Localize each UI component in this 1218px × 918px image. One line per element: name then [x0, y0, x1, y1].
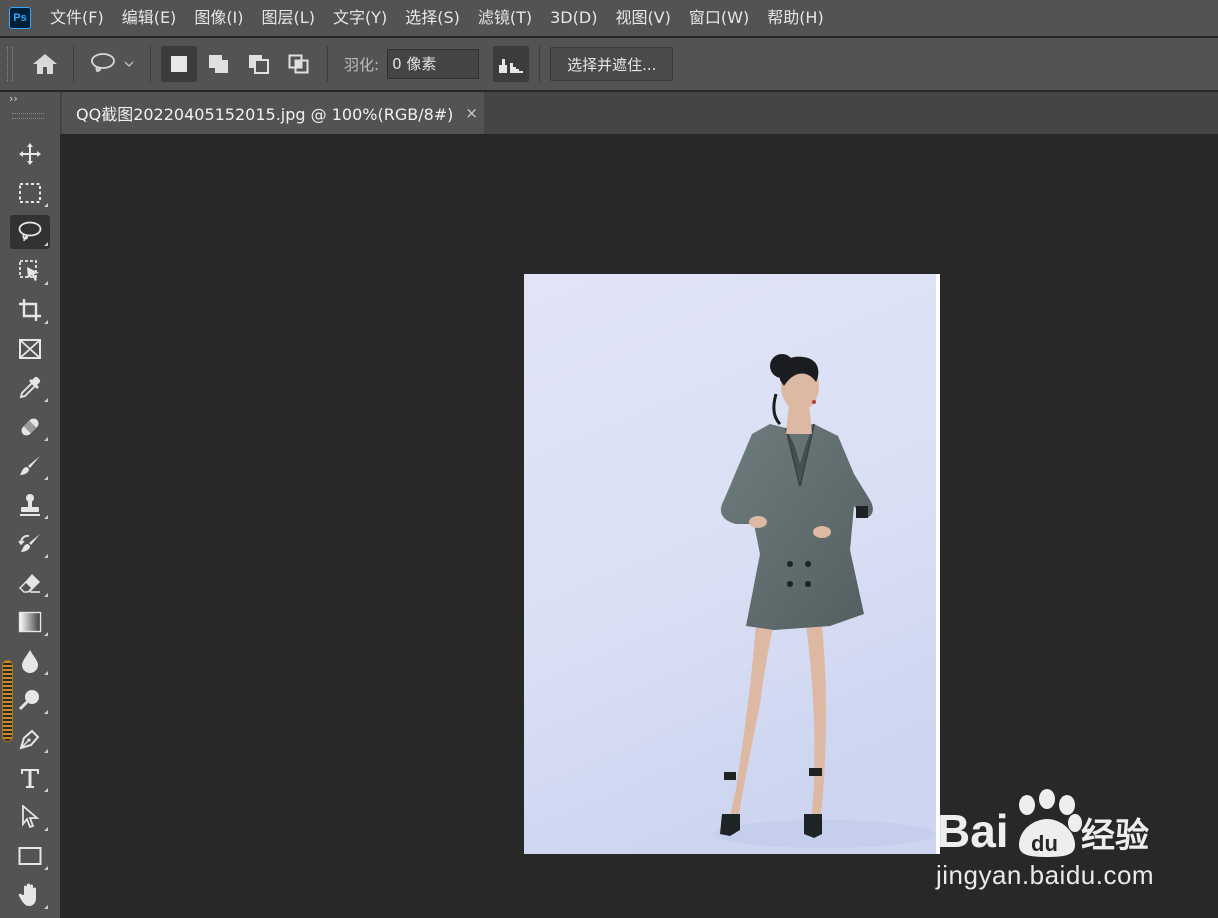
home-icon: [33, 54, 57, 74]
lasso-icon: [91, 53, 115, 73]
eyedropper-tool[interactable]: [10, 371, 50, 405]
subtract-selection-button[interactable]: [241, 46, 277, 82]
hand-icon: [18, 883, 36, 906]
hand-tool[interactable]: [10, 878, 50, 912]
watermark-url: jingyan.baidu.com: [936, 860, 1155, 890]
gradient-tool[interactable]: [10, 605, 50, 639]
document-tab-strip: QQ截图20220405152015.jpg @ 100%(RGB/8#) ×: [60, 92, 1218, 134]
frame-tool[interactable]: [10, 332, 50, 366]
select-and-mask-button[interactable]: 选择并遮住...: [550, 47, 674, 81]
eyedropper-icon: [19, 376, 41, 399]
new-selection-icon: [171, 56, 187, 72]
menu-type[interactable]: 文字(Y): [324, 0, 396, 36]
stamp-icon: [20, 494, 40, 516]
document-canvas[interactable]: [524, 274, 940, 854]
lasso-tool[interactable]: [10, 215, 50, 249]
blur-icon: [22, 650, 38, 673]
marquee-tool[interactable]: [10, 176, 50, 210]
menu-view[interactable]: 视图(V): [606, 0, 679, 36]
tools-panel: ››: [0, 92, 60, 918]
add-to-selection-button[interactable]: [201, 46, 237, 82]
close-icon[interactable]: ×: [465, 104, 478, 122]
rectangle-icon: [18, 847, 42, 865]
object-selection-tool[interactable]: [10, 254, 50, 288]
path-selection-tool[interactable]: [10, 800, 50, 834]
svg-text:经验: 经验: [1081, 816, 1149, 856]
menu-select[interactable]: 选择(S): [396, 0, 469, 36]
menu-bar: Ps 文件(F) 编辑(E) 图像(I) 图层(L) 文字(Y) 选择(S) 滤…: [0, 0, 1218, 36]
type-tool[interactable]: [10, 761, 50, 795]
tools-panel-grip[interactable]: [12, 113, 44, 119]
subtract-selection-icon: [249, 55, 269, 74]
collapse-panel-button[interactable]: ››: [9, 92, 18, 105]
home-button[interactable]: [27, 46, 63, 82]
lasso-icon: [18, 221, 42, 242]
feather-label: 羽化:: [344, 55, 380, 74]
separator: [73, 46, 74, 82]
pen-tool[interactable]: [10, 722, 50, 756]
gradient-icon: [18, 611, 42, 633]
new-selection-button[interactable]: [161, 46, 197, 82]
healing-icon: [21, 418, 39, 436]
crop-icon: [19, 299, 41, 321]
pen-icon: [19, 729, 40, 750]
frame-icon: [19, 339, 41, 359]
options-bar-grip[interactable]: [7, 47, 13, 81]
menu-3d[interactable]: 3D(D): [541, 0, 606, 36]
dodge-tool[interactable]: [10, 683, 50, 717]
add-selection-icon: [209, 55, 228, 73]
chevron-down-icon: [124, 61, 134, 67]
options-bar: 羽化: 0 像素 选择并遮住...: [0, 38, 1218, 90]
anti-alias-button[interactable]: [493, 46, 530, 82]
dodge-icon: [18, 690, 39, 711]
document-tab[interactable]: QQ截图20220405152015.jpg @ 100%(RGB/8#) ×: [62, 92, 484, 134]
path-select-icon: [22, 805, 40, 829]
rectangle-tool[interactable]: [10, 839, 50, 873]
intersect-selection-button[interactable]: [281, 46, 317, 82]
menu-edit[interactable]: 编辑(E): [113, 0, 186, 36]
eraser-tool[interactable]: [10, 566, 50, 600]
history-brush-tool[interactable]: [10, 527, 50, 561]
menu-help[interactable]: 帮助(H): [758, 0, 833, 36]
intersect-selection-icon: [288, 54, 309, 74]
anti-alias-icon: [499, 59, 524, 73]
menu-filter[interactable]: 滤镜(T): [469, 0, 541, 36]
feather-input[interactable]: 0 像素: [387, 49, 480, 79]
type-icon: [21, 769, 39, 788]
menu-window[interactable]: 窗口(W): [680, 0, 758, 36]
photoshop-logo: Ps: [9, 7, 31, 29]
blur-tool[interactable]: [10, 644, 50, 678]
crop-tool[interactable]: [10, 293, 50, 327]
clone-stamp-tool[interactable]: [10, 488, 50, 522]
photo-woman-in-blazer: [524, 274, 936, 854]
toolbar-scroll-handle[interactable]: [2, 660, 13, 742]
menu-layer[interactable]: 图层(L): [253, 0, 324, 36]
document-tab-title: QQ截图20220405152015.jpg @ 100%(RGB/8#): [76, 105, 454, 124]
history-brush-icon: [18, 534, 40, 552]
eraser-icon: [19, 574, 40, 593]
tool-preset-picker[interactable]: [84, 46, 140, 82]
menu-file[interactable]: 文件(F): [41, 0, 113, 36]
object-select-icon: [19, 260, 39, 281]
separator: [150, 46, 151, 82]
menu-image[interactable]: 图像(I): [185, 0, 252, 36]
svg-text:du: du: [1031, 831, 1058, 856]
svg-text:Bai: Bai: [937, 805, 1009, 857]
brush-tool[interactable]: [10, 449, 50, 483]
marquee-icon: [19, 183, 41, 203]
brush-icon: [20, 456, 40, 475]
separator: [327, 46, 328, 82]
move-icon: [19, 143, 41, 165]
healing-brush-tool[interactable]: [10, 410, 50, 444]
move-tool[interactable]: [10, 137, 50, 171]
separator: [539, 46, 541, 82]
